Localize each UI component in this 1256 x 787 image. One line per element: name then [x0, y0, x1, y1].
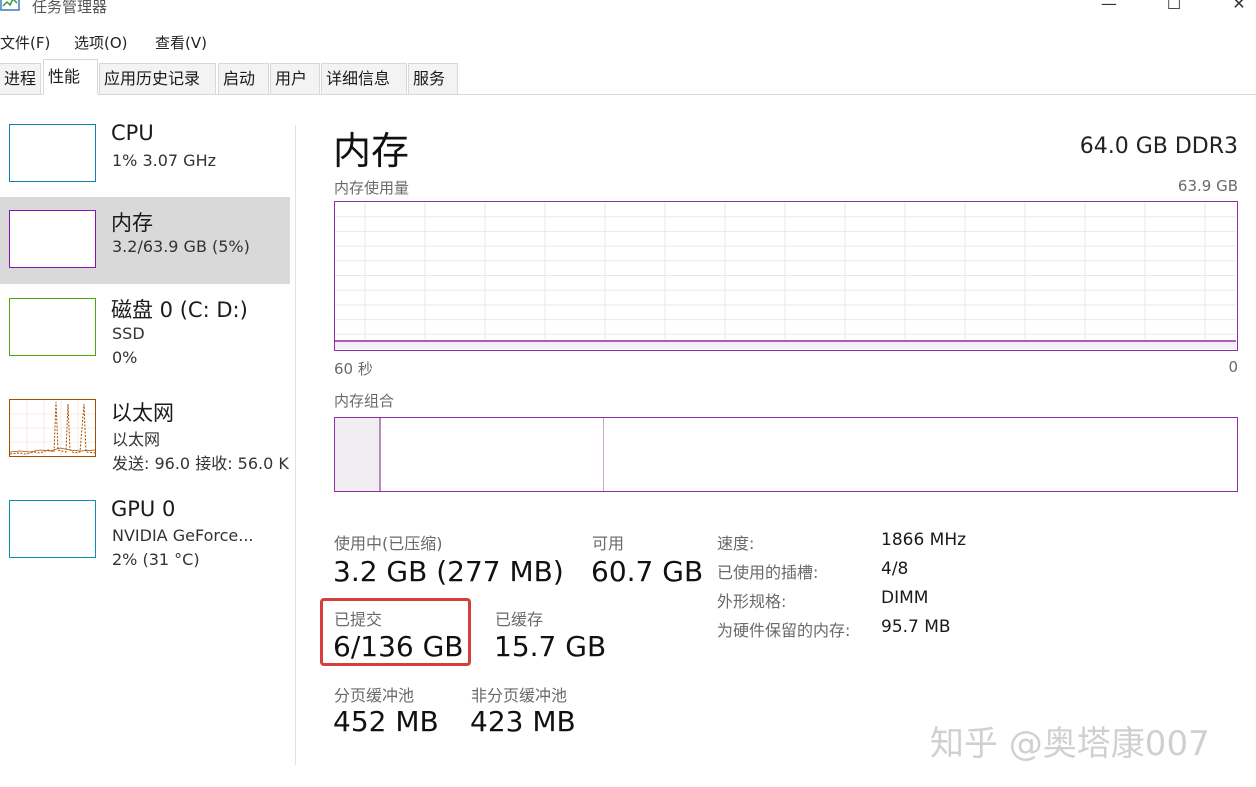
memory-thumbnail-graph [9, 210, 96, 268]
resource-memory[interactable]: 内存 3.2/63.9 GB (5%) [0, 197, 290, 284]
ethernet-thumbnail-graph [9, 399, 96, 457]
tab-bar-divider [0, 94, 1256, 95]
task-manager-app-icon [0, 0, 22, 14]
resource-detail-2: 发送: 96.0 接收: 56.0 K [112, 454, 289, 471]
menu-file[interactable]: 文件(F) [0, 32, 50, 53]
tab-app-history[interactable]: 应用历史记录 [99, 63, 216, 94]
in-use-value: 3.2 GB (277 MB) [333, 555, 564, 588]
available-label: 可用 [592, 534, 625, 553]
available-value: 60.7 GB [591, 555, 704, 588]
usage-graph-max: 63.9 GB [1177, 177, 1238, 195]
memory-usage-grid [335, 202, 1236, 349]
resource-title: 以太网 [111, 401, 174, 425]
tab-details[interactable]: 详细信息 [321, 63, 407, 94]
paged-pool-value: 452 MB [333, 705, 439, 738]
memory-spec: 64.0 GB DDR3 [1079, 134, 1238, 159]
resource-disk[interactable]: 磁盘 0 (C: D:) SSD 0% [0, 284, 290, 371]
resource-title: 内存 [111, 211, 153, 235]
resource-detail: NVIDIA GeForce... [112, 526, 254, 545]
minimize-button[interactable]: — [1094, 0, 1124, 16]
resource-title: CPU [111, 121, 154, 145]
hardware-reserved-value: 95.7 MB [881, 617, 951, 637]
menu-options[interactable]: 选项(O) [74, 32, 128, 53]
form-factor-value: DIMM [881, 588, 929, 608]
cpu-thumbnail-graph [9, 124, 96, 182]
composition-in-use-segment [335, 418, 381, 491]
graph-time-end: 0 [1228, 358, 1238, 376]
resource-title: 磁盘 0 (C: D:) [111, 298, 248, 322]
menu-view[interactable]: 查看(V) [155, 32, 207, 53]
watermark: 知乎 @奥塔康007 [930, 724, 1210, 764]
cached-value: 15.7 GB [494, 630, 607, 663]
memory-composition-bar [334, 417, 1238, 492]
usage-graph-label: 内存使用量 [334, 179, 410, 197]
resource-detail: 以太网 [112, 430, 161, 449]
speed-label: 速度: [717, 534, 755, 553]
resource-detail-2: 0% [112, 348, 138, 367]
tab-processes[interactable]: 进程 [0, 63, 41, 94]
resource-detail: 3.2/63.9 GB (5%) [112, 237, 250, 256]
tab-services[interactable]: 服务 [408, 63, 458, 94]
resource-detail-2: 2% (31 °C) [112, 550, 200, 569]
disk-thumbnail-graph [9, 298, 96, 356]
committed-highlight-box [320, 598, 471, 666]
resource-gpu[interactable]: GPU 0 NVIDIA GeForce... 2% (31 °C) [0, 486, 290, 573]
in-use-label: 使用中(已压缩) [334, 534, 443, 553]
nonpaged-pool-value: 423 MB [470, 705, 576, 738]
slots-value: 4/8 [881, 559, 909, 579]
slots-label: 已使用的插槽: [717, 563, 819, 582]
paged-pool-label: 分页缓冲池 [334, 686, 415, 705]
title-bar: 任务管理器 — ☐ ✕ [0, 0, 1256, 22]
resource-cpu[interactable]: CPU 1% 3.07 GHz [0, 112, 290, 199]
tab-users[interactable]: 用户 [270, 63, 320, 94]
composition-label: 内存组合 [334, 392, 395, 410]
page-title: 内存 [333, 129, 410, 173]
close-button[interactable]: ✕ [1224, 0, 1254, 16]
memory-usage-graph [334, 201, 1238, 351]
nonpaged-pool-label: 非分页缓冲池 [471, 686, 568, 705]
speed-value: 1866 MHz [881, 530, 967, 550]
resource-detail: SSD [112, 324, 145, 343]
graph-time-start: 60 秒 [334, 360, 373, 378]
tab-performance[interactable]: 性能 [43, 59, 98, 95]
composition-standby-divider [603, 418, 604, 491]
hardware-reserved-label: 为硬件保留的内存: [717, 621, 851, 640]
gpu-thumbnail-graph [9, 500, 96, 558]
resource-ethernet[interactable]: 以太网 以太网 发送: 96.0 接收: 56.0 K [0, 384, 296, 471]
resource-title: GPU 0 [111, 497, 176, 521]
maximize-button[interactable]: ☐ [1159, 0, 1189, 16]
ethernet-activity-graph [10, 400, 95, 456]
tab-startup[interactable]: 启动 [218, 63, 269, 94]
form-factor-label: 外形规格: [717, 592, 787, 611]
cached-label: 已缓存 [495, 610, 544, 629]
window-title: 任务管理器 [32, 0, 108, 16]
resource-detail: 1% 3.07 GHz [112, 151, 217, 170]
